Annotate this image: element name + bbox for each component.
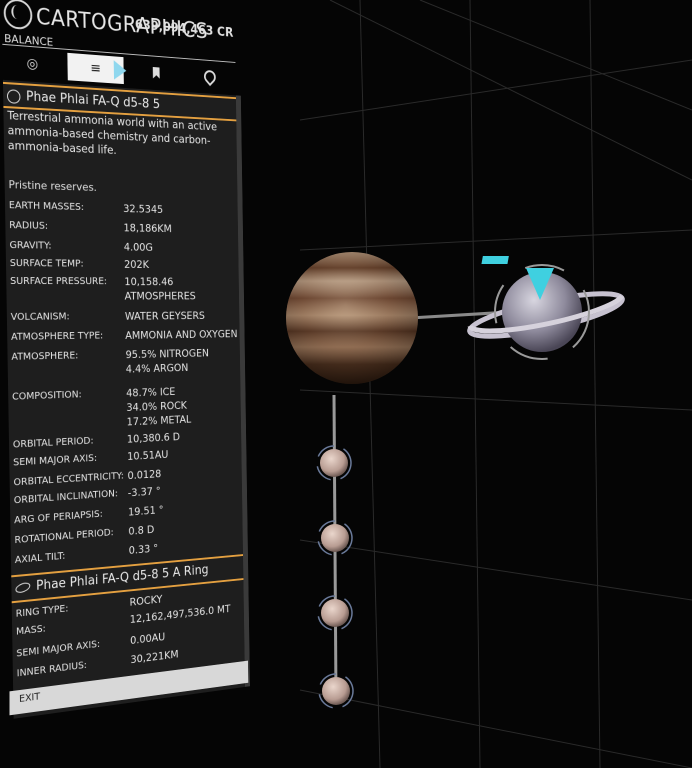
property-value: 10,158.46 ATMOSPHERES [124,275,196,303]
property-value: 30,221KM [130,647,179,667]
property-row: EARTH MASSES: 32.5345 [9,200,236,216]
property-label: ATMOSPHERE: [11,350,79,363]
property-label: SEMI MAJOR AXIS: [13,452,98,469]
target-icon: ◎ [26,55,39,73]
property-value: 10.51AU [127,448,169,463]
gas-giant-planet [286,252,418,384]
tab-pointer-icon [113,60,127,81]
exit-label: EXIT [18,691,41,706]
moon-3 [317,595,353,631]
property-label: MASS: [15,623,46,638]
property-row: SURFACE PRESSURE: 10,158.46 ATMOSPHERES [10,276,237,303]
property-label: ATMOSPHERE TYPE: [10,330,104,343]
property-row: COMPOSITION: 48.7% ICE 34.0% ROCK 17.2% M… [12,384,239,428]
cartographics-panel: CARTOGRAPHICS 639,094,463 CR BALANCE ◎ ≡… [0,0,262,751]
moon-1 [316,445,352,481]
property-label: GRAVITY: [9,240,52,252]
planet-icon [6,88,21,104]
property-row: ORBITAL PERIOD: 10,380.6 D [13,429,240,451]
cartographics-panel-wrap: CARTOGRAPHICS 639,094,463 CR BALANCE ◎ ≡… [0,0,300,768]
property-label: VOLCANISM: [10,311,70,323]
property-row: GRAVITY: 4.00G [9,240,236,254]
ring-icon [14,580,32,595]
property-value: 0.0128 [127,467,162,483]
property-value: 18,186KM [123,221,172,236]
property-value: -3.37 ° [127,484,161,500]
property-row: VOLCANISM: WATER GEYSERS [11,310,238,323]
property-value: 19.51 ° [127,503,164,519]
property-row: SURFACE TEMP: 202K [10,258,237,271]
property-label: ARG OF PERIAPSIS: [14,508,103,527]
tab-map-pin[interactable] [183,62,236,92]
property-label: EARTH MASSES: [8,200,85,213]
property-value: 10,380.6 D [126,430,181,446]
property-label: INNER RADIUS: [16,659,88,680]
property-label: RING TYPE: [15,603,69,620]
property-row: ATMOSPHERE: 95.5% NITROGEN 4.4% ARGON [11,347,238,376]
property-label: ROTATIONAL PERIOD: [14,527,114,547]
reserves-status: Pristine reserves. [8,178,97,194]
property-value: 0.00AU [130,630,166,648]
property-value: 48.7% ICE 34.0% ROCK 17.2% METAL [126,385,192,429]
property-label: SURFACE PRESSURE: [10,276,108,288]
property-label: ORBITAL ECCENTRICITY: [13,470,124,489]
property-value: 95.5% NITROGEN 4.4% ARGON [125,346,209,376]
background-grid [299,0,692,768]
property-label: RADIUS: [9,220,49,232]
property-value: 0.33 ° [128,541,159,557]
property-label: ORBITAL INCLINATION: [13,488,118,507]
cartographics-logo-icon [3,0,33,31]
property-value: 32.5345 [123,202,164,216]
list-icon: ≡ [90,60,102,77]
property-value: 4.00G [123,240,153,254]
map-pin-icon [201,67,218,87]
moon-2 [317,520,353,556]
property-value: AMMONIA AND OXYGEN [125,327,238,342]
property-row: ATMOSPHERE TYPE: AMMONIA AND OXYGEN [11,328,238,343]
body-details-scroll[interactable]: Phae Phlai FA-Q d5-8 5 Terrestrial ammon… [2,79,250,719]
property-label: AXIAL TILT: [14,550,66,567]
property-label: SEMI MAJOR AXIS: [16,638,101,660]
tab-bookmarks[interactable] [129,58,184,89]
property-row: RADIUS: 18,186KM [9,220,236,235]
property-label: ORBITAL PERIOD: [12,435,94,451]
property-label: SURFACE TEMP: [9,258,84,270]
property-value: 0.8 D [128,523,155,538]
bookmark-icon [153,67,160,79]
tab-target[interactable]: ◎ [2,48,61,80]
property-value: ROCKY [129,592,163,609]
moon-4 [318,673,354,709]
property-value: WATER GEYSERS [124,309,205,323]
property-value: 202K [124,258,150,271]
property-label: COMPOSITION: [11,389,82,403]
